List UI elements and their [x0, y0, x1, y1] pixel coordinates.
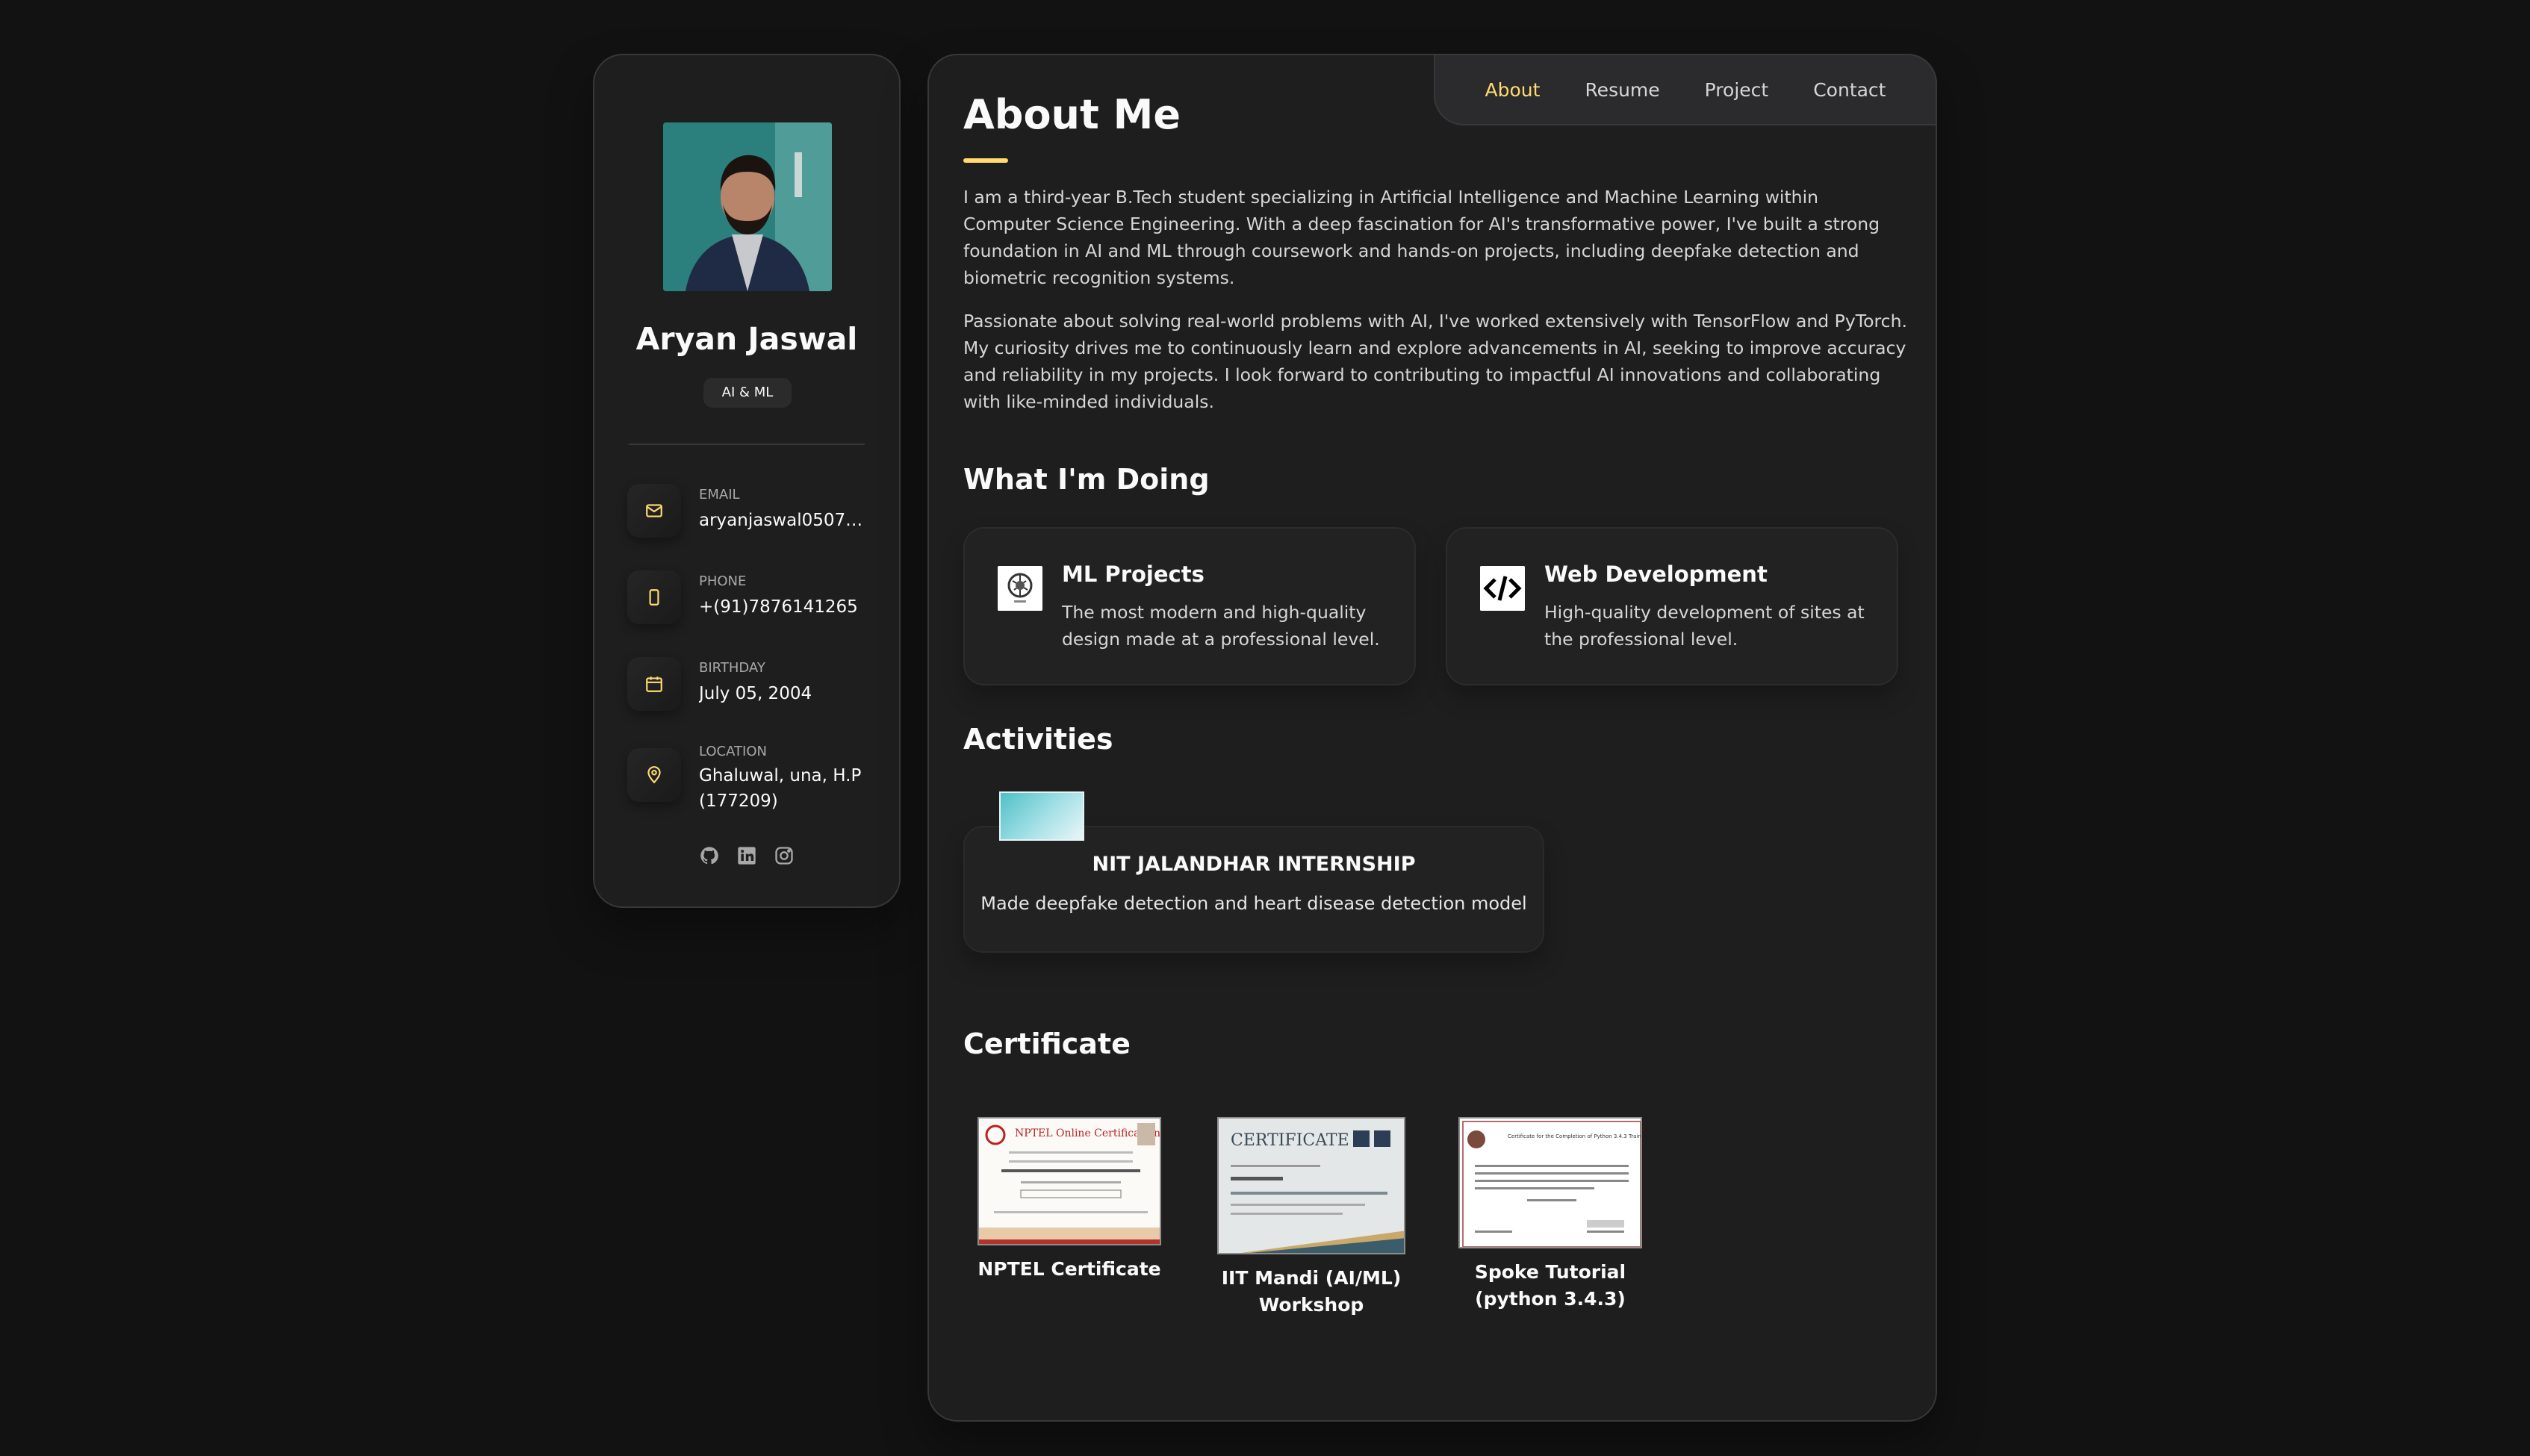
role-badge: AI & ML [703, 378, 792, 408]
top-navbar: About Resume Project Contact [1434, 54, 1937, 125]
service-title: ML Projects [1062, 561, 1205, 587]
profile-sidebar: Aryan Jaswal AI & ML Email aryanjaswal05… [593, 54, 901, 908]
location-value: Ghaluwal, una, H.P (177209) [699, 766, 862, 811]
main-content: About Resume Project Contact About Me I … [927, 54, 1937, 1422]
phone-icon [627, 570, 681, 624]
certificate-card-nptel[interactable]: NPTEL Online Certification NPTEL Certifi… [971, 1117, 1168, 1283]
phone-link[interactable]: +(91)7876141265 [699, 594, 871, 620]
about-paragraph-1: I am a third-year B.Tech student special… [963, 187, 1880, 288]
birthday-value: July 05, 2004 [699, 684, 812, 703]
instagram-icon[interactable] [774, 845, 795, 869]
svg-text:CERTIFICATE: CERTIFICATE [1231, 1131, 1349, 1150]
contact-label: Phone [699, 573, 747, 589]
service-card-ml: ML Projects The most modern and high-qua… [963, 527, 1416, 685]
brain-icon [998, 566, 1042, 611]
certificate-image: Certificate for the Completion of Python… [1458, 1117, 1642, 1248]
nav-contact[interactable]: Contact [1813, 79, 1886, 101]
social-links [594, 845, 899, 869]
activity-thumbnail [999, 791, 1084, 841]
nav-about[interactable]: About [1485, 79, 1541, 101]
location-icon [627, 748, 681, 802]
service-text: High-quality development of sites at the… [1544, 602, 1865, 650]
email-link[interactable]: aryanjaswal0507@gmail.com [699, 508, 871, 533]
certificate-card-spoken[interactable]: Certificate for the Completion of Python… [1453, 1117, 1647, 1313]
certificate-caption: IIT Mandi (AI/ML) Workshop [1221, 1267, 1402, 1316]
profile-name: Aryan Jaswal [635, 321, 858, 357]
service-card-web: Web Development High-quality development… [1446, 527, 1898, 685]
github-icon[interactable] [699, 845, 720, 869]
certificate-card-iitmandi[interactable]: CERTIFICATE IIT Mandi (AI/ML) Workshop [1207, 1117, 1416, 1319]
mail-icon [627, 484, 681, 538]
linkedin-icon[interactable] [736, 845, 757, 869]
title-underline [963, 158, 1008, 163]
service-title: Web Development [1544, 561, 1768, 587]
contact-label: Birthday [699, 660, 765, 676]
activity-title: NIT JALANDHAR INTERNSHIP [1092, 853, 1416, 876]
section-title-activities: Activities [963, 723, 1113, 756]
divider [629, 444, 865, 445]
svg-text:Certificate for the Completion: Certificate for the Completion of Python… [1508, 1133, 1642, 1139]
certificate-image: CERTIFICATE [1217, 1117, 1405, 1254]
nav-resume[interactable]: Resume [1585, 79, 1659, 101]
contact-label: Location [699, 744, 767, 759]
certificate-image: NPTEL Online Certification [978, 1117, 1161, 1245]
about-paragraph-2: Passionate about solving real-world prob… [963, 311, 1907, 412]
code-icon [1480, 566, 1525, 611]
calendar-icon [627, 657, 681, 711]
certificate-caption: NPTEL Certificate [978, 1258, 1161, 1280]
section-title-doing: What I'm Doing [963, 463, 1210, 496]
section-title-certificate: Certificate [963, 1027, 1131, 1060]
page-title: About Me [963, 91, 1181, 138]
activity-card[interactable]: NIT JALANDHAR INTERNSHIP Made deepfake d… [963, 826, 1544, 953]
activity-text: Made deepfake detection and heart diseas… [980, 893, 1527, 914]
nav-project[interactable]: Project [1705, 79, 1769, 101]
service-text: The most modern and high-quality design … [1062, 602, 1380, 650]
contact-label: Email [699, 487, 740, 503]
avatar [663, 122, 832, 291]
certificate-caption: Spoke Tutorial (python 3.4.3) [1474, 1261, 1626, 1310]
